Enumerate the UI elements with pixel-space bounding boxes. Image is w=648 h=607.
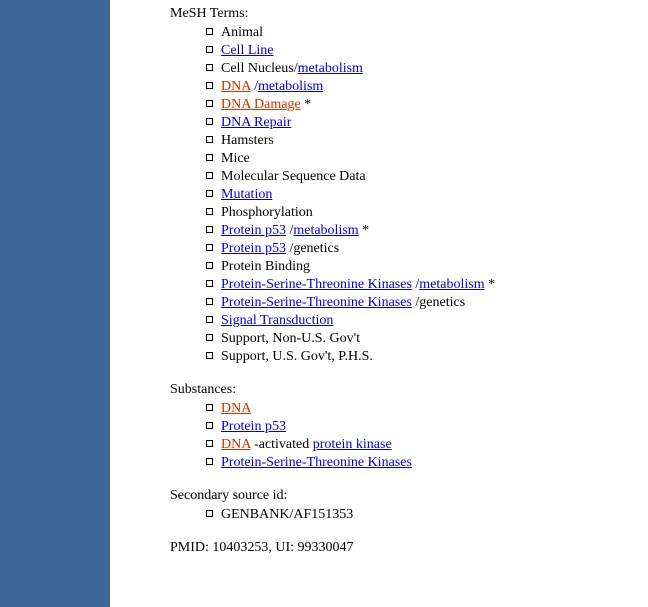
mesh-term-item: Protein p53 /metabolism *: [206, 222, 638, 240]
term-link[interactable]: Cell Line: [221, 43, 274, 58]
mesh-heading: MeSH Terms:: [170, 6, 638, 22]
mesh-term-item: DNA Repair: [206, 114, 638, 132]
term-link[interactable]: metabolism: [258, 79, 323, 94]
mesh-term-item: Support, U.S. Gov't, P.H.S.: [206, 348, 638, 366]
term-link[interactable]: Protein-Serine-Threonine Kinases: [221, 455, 412, 470]
term-text: Protein Binding: [221, 259, 310, 274]
term-link[interactable]: Protein p53: [221, 223, 286, 238]
term-text: Support, Non-U.S. Gov't: [221, 331, 360, 346]
mesh-term-item: DNA /metabolism: [206, 78, 638, 96]
mesh-term-item: Mutation: [206, 186, 638, 204]
mesh-term-item: Protein-Serine-Threonine Kinases /metabo…: [206, 276, 638, 294]
term-text: Cell Nucleus/: [221, 61, 298, 76]
term-text: /genetics: [286, 241, 339, 256]
mesh-terms-list: AnimalCell LineCell Nucleus/metabolismDN…: [170, 24, 638, 366]
secondary-source-item: GENBANK/AF151353: [206, 506, 638, 524]
term-link[interactable]: DNA: [221, 401, 251, 416]
mesh-term-item: Cell Line: [206, 42, 638, 60]
secondary-source-list: GENBANK/AF151353: [170, 506, 638, 524]
term-link[interactable]: DNA Damage: [221, 97, 301, 112]
term-link[interactable]: DNA Repair: [221, 115, 291, 130]
term-link[interactable]: metabolism: [298, 61, 363, 76]
term-text: GENBANK/AF151353: [221, 507, 353, 522]
substance-item: Protein p53: [206, 418, 638, 436]
term-link[interactable]: Signal Transduction: [221, 313, 333, 328]
mesh-term-item: Cell Nucleus/metabolism: [206, 60, 638, 78]
pmid-line: PMID: 10403253, UI: 99330047: [170, 540, 638, 556]
term-text: *: [359, 223, 370, 238]
mesh-term-item: Support, Non-U.S. Gov't: [206, 330, 638, 348]
secondary-heading: Secondary source id:: [170, 488, 638, 504]
mesh-term-item: Hamsters: [206, 132, 638, 150]
term-text: Support, U.S. Gov't, P.H.S.: [221, 349, 373, 364]
mesh-term-item: Protein p53 /genetics: [206, 240, 638, 258]
term-link[interactable]: Protein-Serine-Threonine Kinases: [221, 295, 412, 310]
record-content: MeSH Terms: Animal Cell Line Cell Nucleus/…: [110, 0, 648, 607]
term-link[interactable]: DNA: [221, 437, 251, 452]
term-text: Animal: [221, 25, 263, 40]
term-text: /: [251, 79, 258, 94]
term-text: *: [485, 277, 496, 292]
mesh-term-item: DNA Damage *: [206, 96, 638, 114]
mesh-term-item: Protein-Serine-Threonine Kinases /geneti…: [206, 294, 638, 312]
term-link[interactable]: Protein p53: [221, 419, 286, 434]
term-text: Molecular Sequence Data: [221, 169, 366, 184]
substances-list: DNA Protein p53 DNA -activated protein kin…: [170, 400, 638, 472]
substance-item: DNA -activated protein kinase: [206, 436, 638, 454]
left-sidebar: [0, 0, 110, 607]
page: MeSH Terms: Animal Cell Line Cell Nucleus/…: [0, 0, 648, 607]
mesh-term-item: Molecular Sequence Data: [206, 168, 638, 186]
term-link[interactable]: DNA: [221, 79, 251, 94]
term-link[interactable]: metabolism: [419, 277, 484, 292]
mesh-term-item: Phosphorylation: [206, 204, 638, 222]
term-link[interactable]: Protein-Serine-Threonine Kinases: [221, 277, 412, 292]
mesh-term-item: Animal: [206, 24, 638, 42]
term-link[interactable]: metabolism: [293, 223, 358, 238]
term-text: Phosphorylation: [221, 205, 313, 220]
term-text: Hamsters: [221, 133, 274, 148]
substance-item: Protein-Serine-Threonine Kinases: [206, 454, 638, 472]
term-link[interactable]: protein kinase: [313, 437, 392, 452]
term-link[interactable]: Protein p53: [221, 241, 286, 256]
term-text: *: [301, 97, 312, 112]
mesh-term-item: Signal Transduction: [206, 312, 638, 330]
term-text: /genetics: [412, 295, 465, 310]
mesh-term-item: Protein Binding: [206, 258, 638, 276]
substances-heading: Substances:: [170, 382, 638, 398]
mesh-term-item: Mice: [206, 150, 638, 168]
term-text: -activated: [251, 437, 313, 452]
substance-item: DNA: [206, 400, 638, 418]
term-link[interactable]: Mutation: [221, 187, 272, 202]
term-text: Mice: [221, 151, 250, 166]
